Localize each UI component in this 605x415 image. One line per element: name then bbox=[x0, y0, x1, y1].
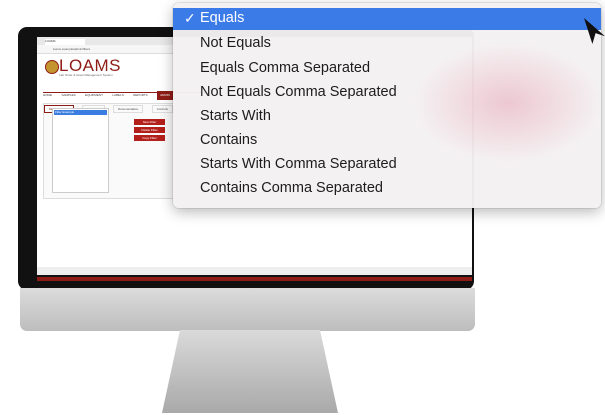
logo-seal-icon bbox=[45, 60, 59, 74]
app-tagline: Lab Order & Asset Management System bbox=[59, 73, 113, 77]
option-label: Starts With bbox=[200, 108, 271, 124]
comparison-dropdown-menu: ✓ Equals Not Equals Equals Comma Separat… bbox=[173, 3, 601, 208]
option-label: Contains Comma Separated bbox=[200, 180, 383, 196]
monitor-chin bbox=[20, 288, 475, 331]
option-label: Equals bbox=[200, 10, 245, 26]
url-text: loams.example/admin/filters bbox=[53, 47, 91, 51]
delete-filter-button[interactable]: Delete Filter bbox=[134, 127, 165, 133]
new-filter-button[interactable]: New Filter bbox=[134, 119, 165, 125]
dropdown-option[interactable]: Starts With Comma Separated bbox=[173, 154, 601, 176]
dropdown-option[interactable]: Not Equals Comma Separated bbox=[173, 82, 601, 104]
copy-filter-button[interactable]: Copy Filter bbox=[134, 135, 165, 141]
subtab[interactable]: Documentation bbox=[113, 105, 144, 113]
dropdown-option[interactable]: Not Equals bbox=[173, 33, 601, 55]
dropdown-option-selected[interactable]: ✓ Equals bbox=[173, 8, 601, 30]
dropdown-option[interactable]: Contains bbox=[173, 130, 601, 152]
dropdown-option[interactable]: Equals Comma Separated bbox=[173, 58, 601, 80]
option-label: Starts With Comma Separated bbox=[200, 156, 397, 172]
option-label: Not Equals Comma Separated bbox=[200, 84, 397, 100]
dropdown-option[interactable]: Contains Comma Separated bbox=[173, 178, 601, 200]
screen-accent-bar bbox=[37, 277, 472, 281]
option-label: Not Equals bbox=[200, 35, 271, 51]
page-footer bbox=[37, 267, 472, 275]
subtab[interactable]: Controls bbox=[151, 105, 173, 113]
checkmark-icon: ✓ bbox=[184, 10, 196, 26]
filter-listbox[interactable]: Filter Example bbox=[52, 108, 109, 193]
option-label: Contains bbox=[200, 132, 258, 148]
option-label: Equals Comma Separated bbox=[200, 60, 371, 76]
monitor-stand bbox=[162, 330, 338, 413]
dropdown-option[interactable]: Starts With bbox=[173, 106, 601, 128]
listbox-selected-item[interactable]: Filter Example bbox=[54, 110, 107, 115]
